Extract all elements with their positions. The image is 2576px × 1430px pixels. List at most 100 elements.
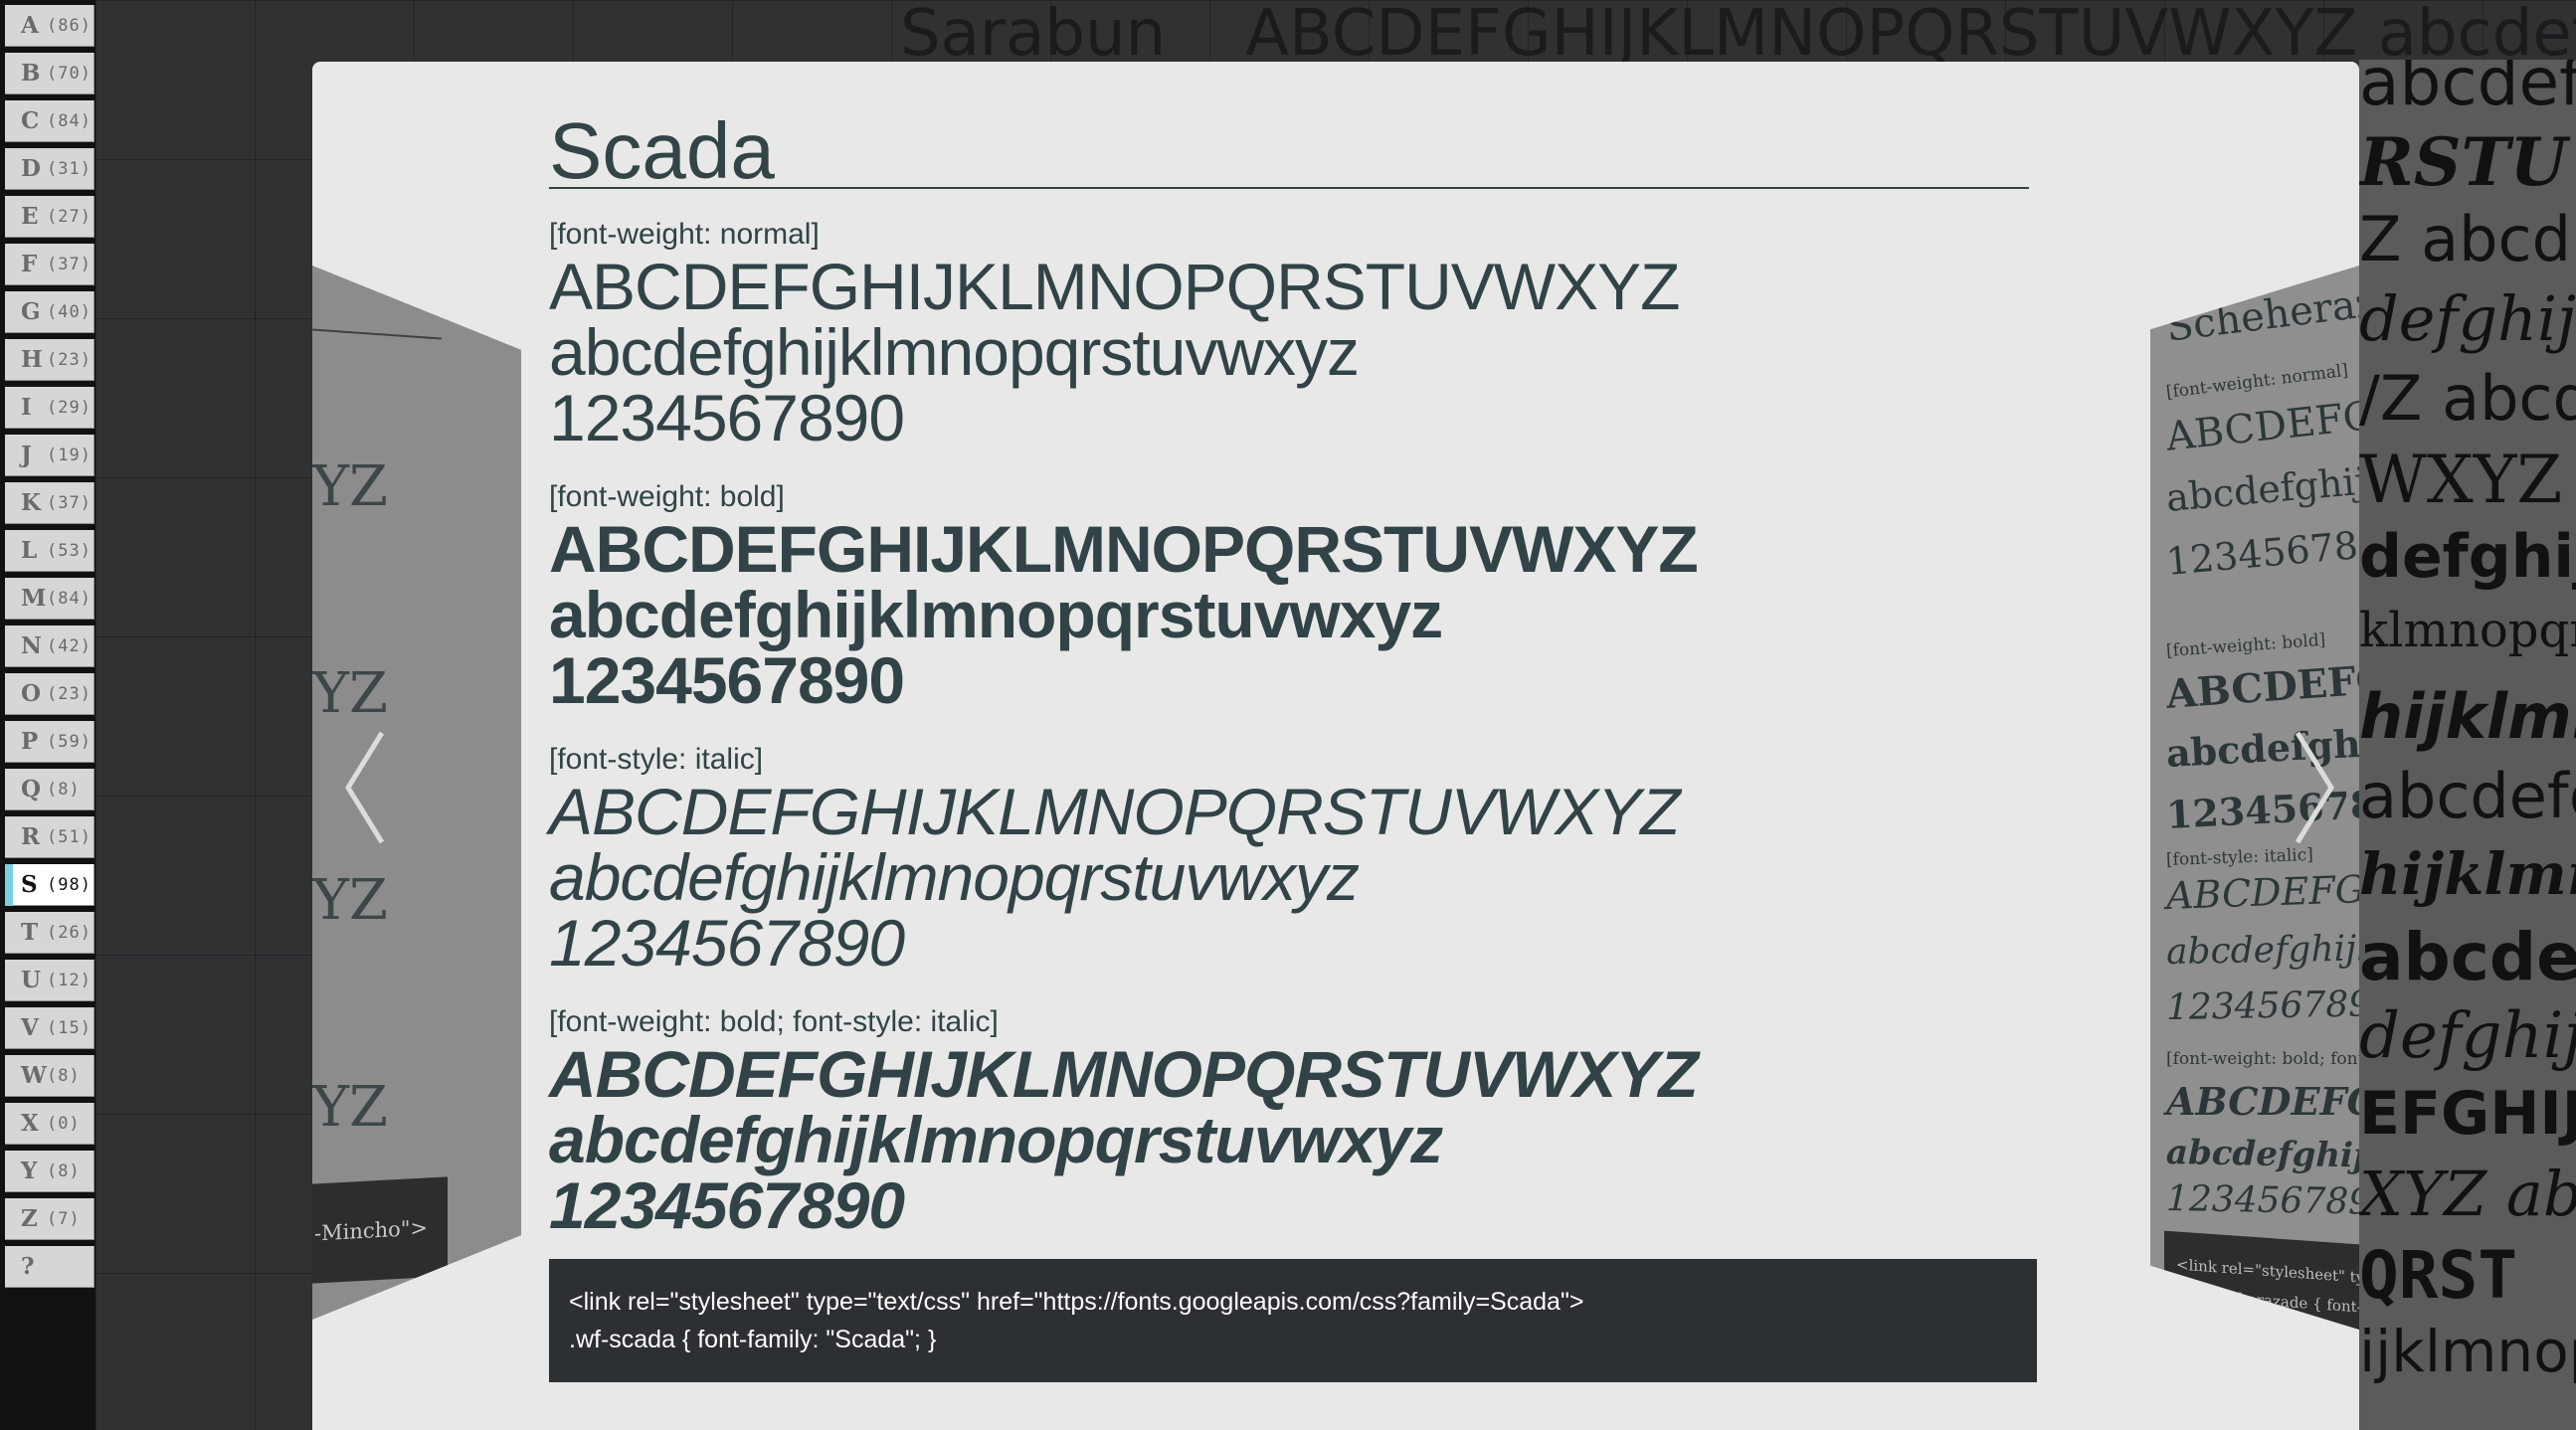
embed-code-css-line[interactable]: .wf-scada { font-family: "Scada"; } <box>569 1321 2017 1358</box>
background-font-sample-row: abcdef <box>2359 919 2576 995</box>
title-rule <box>549 187 2029 189</box>
letter-index-b[interactable]: B (70) <box>5 53 94 94</box>
letter-index-letter: U <box>21 967 42 993</box>
letter-index-m[interactable]: M (84) <box>5 578 94 620</box>
background-font-sample-row: abcdefg <box>2359 60 2576 120</box>
letter-index-u[interactable]: U (12) <box>5 960 94 1001</box>
background-font-sample-row: XYZ abc <box>2359 1158 2576 1230</box>
letter-index-other[interactable]: ? <box>5 1246 94 1288</box>
previous-card-code: -Mincho"> <box>312 1176 448 1284</box>
next-card-sample: abcdefghijklm <box>2165 1133 2359 1177</box>
background-font-sample-row: EFGHIJK <box>2359 1079 2576 1149</box>
sample-uppercase: ABCDEFGHIJKLMNOPQRSTUVWXYZ <box>549 512 1699 586</box>
letter-index-j[interactable]: J (19) <box>5 435 94 476</box>
letter-index-letter: Z <box>21 1205 38 1232</box>
letter-index-count: (42) <box>47 635 92 656</box>
previous-card-sample: YZ <box>312 454 388 519</box>
letter-index-count: (84) <box>47 588 92 609</box>
sample-bold-italic: [font-weight: bold; font-style: italic] … <box>549 1003 2051 1238</box>
letter-index-d[interactable]: D (31) <box>5 148 94 190</box>
letter-index-h[interactable]: H (23) <box>5 339 94 381</box>
next-card-sample: abcdefghijklm <box>2165 927 2359 973</box>
background-font-sample-row: klmnopqrs <box>2359 603 2576 658</box>
background-font-sample-row: abcdefg <box>2359 760 2576 832</box>
letter-index-s[interactable]: S (98) <box>5 864 94 906</box>
background-font-sample-row: QRST <box>2359 1237 2517 1314</box>
sample-digits: 1234567890 <box>549 381 905 454</box>
letter-index-letter: L <box>21 537 38 564</box>
letter-index-f[interactable]: F (37) <box>5 244 94 285</box>
next-card-label: [font-weight: bold; font-sty <box>2166 1049 2359 1069</box>
next-card-sample: 1234567890 <box>2165 1178 2359 1223</box>
sample-label: [font-style: italic] <box>549 743 764 776</box>
letter-index-x[interactable]: X (0) <box>5 1103 94 1145</box>
next-card-label: [font-weight: bold] <box>2165 629 2326 661</box>
sample-uppercase: ABCDEFGHIJKLMNOPQRSTUVWXYZ <box>549 1037 1699 1111</box>
next-font-button[interactable] <box>2278 713 2347 862</box>
previous-card-sample: YZ <box>312 1075 388 1140</box>
letter-index-count: (8) <box>47 1161 81 1181</box>
next-card-sample: ABCDEFGH <box>2164 652 2359 718</box>
letter-index-c[interactable]: C (84) <box>5 100 94 142</box>
next-card-sample: 1234567890 <box>2165 983 2359 1028</box>
background-font-sample-row: hijklmno <box>2359 680 2576 753</box>
previous-card-title-rule <box>312 328 442 340</box>
previous-card-sample: YZ <box>312 868 388 933</box>
letter-index-e[interactable]: E (27) <box>5 196 94 238</box>
letter-index-count: (8) <box>47 779 81 800</box>
sample-label: [font-weight: bold] <box>549 480 785 513</box>
sample-normal: [font-weight: normal] ABCDEFGHIJKLMNOPQR… <box>549 216 2051 450</box>
letter-index-count: (8) <box>47 1065 81 1086</box>
background-font-sample-row: WXYZ <box>2359 442 2563 518</box>
letter-index-letter: G <box>21 298 41 325</box>
letter-index-t[interactable]: T (26) <box>5 912 94 954</box>
letter-index-count: (84) <box>47 110 92 131</box>
letter-index-letter: ? <box>21 1253 35 1280</box>
letter-index-a[interactable]: A (86) <box>5 5 94 47</box>
background-font-sample-row: defghijk <box>2359 999 2576 1073</box>
letter-index-letter: C <box>21 107 40 134</box>
letter-index-v[interactable]: V (15) <box>5 1007 94 1049</box>
letter-index-k[interactable]: K (37) <box>5 482 94 524</box>
letter-index-p[interactable]: P (59) <box>5 721 94 763</box>
letter-index-g[interactable]: G (40) <box>5 291 94 333</box>
sample-italic: [font-style: italic] ABCDEFGHIJKLMNOPQRS… <box>549 741 2051 976</box>
letter-index-r[interactable]: R (51) <box>5 816 94 858</box>
letter-index-count: (86) <box>47 15 92 36</box>
letter-index-letter: J <box>21 442 32 468</box>
embed-code-link-line[interactable]: <link rel="stylesheet" type="text/css" h… <box>569 1283 2017 1321</box>
sample-digits: 1234567890 <box>549 906 905 980</box>
next-card-sample: ABCDEFGH <box>2163 389 2359 460</box>
letter-index-letter: A <box>21 12 39 39</box>
next-card-sample: ABCDEFGH <box>2165 865 2359 918</box>
letter-index-count: (23) <box>47 349 92 370</box>
letter-index-q[interactable]: Q (8) <box>5 769 94 810</box>
letter-index-letter: M <box>21 585 47 612</box>
background-font-sample-row: defghijkl <box>2359 282 2576 355</box>
background-font-sample-row: hijklmno <box>2359 840 2576 908</box>
letter-index-letter: V <box>21 1014 39 1041</box>
font-preview-modal: YZ YZ YZ YZ -Mincho"> Scheheraza [font-w… <box>312 62 2359 1430</box>
next-card-sample: ABCDEFGH <box>2166 1079 2359 1124</box>
letter-index-letter: Y <box>21 1158 38 1184</box>
letter-index-w[interactable]: W (8) <box>5 1055 94 1097</box>
letter-index-letter: N <box>21 632 43 659</box>
letter-index-z[interactable]: Z (7) <box>5 1198 94 1240</box>
sample-label: [font-weight: bold; font-style: italic] <box>549 1005 999 1038</box>
letter-index-y[interactable]: Y (8) <box>5 1151 94 1192</box>
embed-code-box[interactable]: <link rel="stylesheet" type="text/css" h… <box>549 1259 2037 1382</box>
letter-index-letter: T <box>21 919 39 946</box>
letter-index-o[interactable]: O (23) <box>5 673 94 715</box>
letter-index-letter: I <box>21 394 32 421</box>
letter-index-count: (26) <box>47 922 92 943</box>
letter-index-count: (37) <box>47 254 92 274</box>
letter-index-letter: S <box>21 871 38 898</box>
previous-font-button[interactable] <box>332 713 402 862</box>
letter-index-count: (7) <box>47 1208 81 1229</box>
letter-index-i[interactable]: I (29) <box>5 387 94 429</box>
letter-index-l[interactable]: L (53) <box>5 530 94 572</box>
next-card-sample: abcdefghijklm <box>2164 452 2359 520</box>
letter-index-n[interactable]: N (42) <box>5 626 94 667</box>
letter-index-count: (0) <box>47 1113 81 1134</box>
letter-index-letter: B <box>21 60 41 87</box>
